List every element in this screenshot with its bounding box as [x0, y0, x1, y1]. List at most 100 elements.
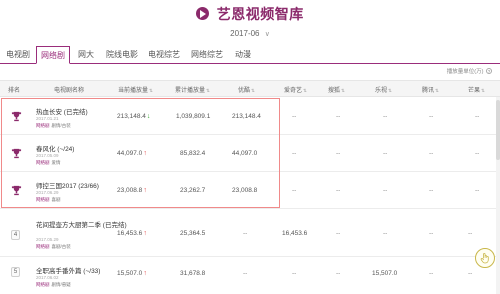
- help-icon[interactable]: ?: [486, 68, 492, 74]
- row-mango: --: [475, 113, 480, 120]
- row-youku: 23,008.8: [232, 187, 258, 194]
- tab-web-variety[interactable]: 网络综艺: [191, 49, 223, 60]
- tab-anime[interactable]: 动漫: [235, 49, 251, 60]
- row-iqiyi: --: [292, 187, 297, 194]
- row-sohu: --: [336, 113, 341, 120]
- rank-badge: 4: [11, 230, 20, 240]
- row-youku: --: [243, 230, 248, 237]
- row-date: 2017.05.29: [36, 237, 59, 242]
- chevron-down-icon[interactable]: ∨: [265, 30, 270, 38]
- row-sohu: --: [336, 187, 341, 194]
- row-tags: 网络剧 剧情/悬疑: [36, 282, 71, 287]
- table-row[interactable]: 4 花间提壶方大厨第二季 (已完结) 2017.05.29 网络剧 喜剧/古装 1…: [0, 209, 500, 257]
- row-total: 23,262.7: [180, 187, 206, 194]
- col-sohu[interactable]: 搜狐⇅: [328, 85, 345, 94]
- col-current[interactable]: 当前播放量⇅: [118, 85, 153, 94]
- row-tencent: --: [429, 113, 434, 120]
- col-letv[interactable]: 乐视⇅: [375, 85, 392, 94]
- trophy-icon: [11, 148, 22, 159]
- sort-icon: ⇅: [341, 88, 345, 93]
- col-tencent[interactable]: 腾讯⇅: [422, 85, 439, 94]
- row-current: 16,453.6↑: [117, 230, 147, 237]
- sort-icon: ⇅: [206, 88, 210, 93]
- row-mango: --: [475, 187, 480, 194]
- row-letv: 15,507.0: [372, 270, 398, 277]
- row-current: 15,507.0↑: [117, 270, 147, 277]
- arrow-up-icon: ↑: [143, 187, 147, 194]
- row-title[interactable]: 春风化 (~/24): [36, 143, 74, 153]
- rank-badge: 5: [11, 267, 20, 277]
- table-row[interactable]: 师控三国2017 (23/66) 2017.06.29 网络剧 喜剧 23,008…: [0, 172, 500, 209]
- col-mango[interactable]: 芒果⇅: [468, 85, 485, 94]
- table-header: 排名 电视剧名称 当前播放量⇅ 累计播放量⇅ 优酷⇅ 爱奇艺⇅ 搜狐⇅ 乐视⇅ …: [0, 80, 500, 97]
- scrollbar-thumb[interactable]: [496, 100, 500, 160]
- table-row[interactable]: 春风化 (~/24) 2017.05.09 网络剧 爱情 44,097.0↑ 85…: [0, 135, 500, 172]
- date-filter[interactable]: 2017-06 ∨: [0, 29, 500, 38]
- row-date: 2017.06.29: [36, 190, 59, 195]
- col-total[interactable]: 累计播放量⇅: [175, 85, 210, 94]
- category-tabs: 电视剧 网络剧 网大 院线电影 电视综艺 网络综艺 动漫: [0, 46, 500, 64]
- tab-web-drama[interactable]: 网络剧: [36, 46, 70, 64]
- row-letv: --: [383, 113, 388, 120]
- row-youku: --: [243, 270, 248, 277]
- row-total: 85,832.4: [180, 150, 206, 157]
- row-tags: 网络剧 喜剧: [36, 197, 61, 202]
- sort-icon: ⇅: [435, 88, 439, 93]
- sort-icon: ⇅: [149, 88, 153, 93]
- unit-note-text: 播放量单位(万): [446, 69, 484, 75]
- sort-icon: ⇅: [251, 88, 255, 93]
- row-tags: 网络剧 爱情: [36, 160, 61, 165]
- row-title[interactable]: 热血长安 (已完结): [36, 106, 88, 116]
- row-tencent: --: [429, 150, 434, 157]
- trophy-icon: [11, 111, 22, 122]
- col-title: 电视剧名称: [54, 88, 85, 94]
- row-title[interactable]: 花间提壶方大厨第二季 (已完结): [36, 219, 127, 229]
- row-mango: --: [468, 230, 473, 237]
- row-tencent: --: [429, 270, 434, 277]
- tab-tv-drama[interactable]: 电视剧: [6, 49, 30, 60]
- table-row[interactable]: 5 全职高手番外篇 (~/33) 2017.06.02 网络剧 剧情/悬疑 15,…: [0, 257, 500, 294]
- tab-tv-variety[interactable]: 电视综艺: [148, 49, 180, 60]
- row-sohu: --: [336, 270, 341, 277]
- row-iqiyi: --: [292, 150, 297, 157]
- sort-icon: ⇅: [481, 88, 485, 93]
- row-tencent: --: [429, 230, 434, 237]
- row-current: 44,097.0↑: [117, 150, 147, 157]
- row-tags: 网络剧 喜剧/古装: [36, 244, 71, 249]
- sort-icon: ⇅: [388, 88, 392, 93]
- row-youku: 44,097.0: [232, 150, 258, 157]
- brand-header: 艺恩视频智库: [0, 4, 500, 22]
- tab-cinema-movie[interactable]: 院线电影: [106, 49, 138, 60]
- row-iqiyi: --: [292, 113, 297, 120]
- back-to-top-button[interactable]: [475, 248, 495, 268]
- brand-name: 艺恩视频智库: [216, 6, 304, 22]
- row-sohu: --: [336, 150, 341, 157]
- date-filter-value[interactable]: 2017-06: [230, 29, 259, 38]
- row-title[interactable]: 师控三国2017 (23/66): [36, 180, 99, 190]
- row-total: 1,039,809.1: [176, 113, 211, 120]
- sort-icon: ⇅: [303, 88, 307, 93]
- row-youku: 213,148.4: [232, 113, 261, 120]
- row-iqiyi: --: [292, 270, 297, 277]
- row-iqiyi: 16,453.6: [282, 230, 308, 237]
- row-total: 25,364.5: [180, 230, 206, 237]
- table-row[interactable]: 热血长安 (已完结) 2017.01.21 网络剧 剧情/古装 213,148.4…: [0, 98, 500, 135]
- row-sohu: --: [336, 230, 341, 237]
- col-iqiyi[interactable]: 爱奇艺⇅: [284, 85, 307, 94]
- row-date: 2017.05.09: [36, 153, 59, 158]
- row-total: 31,678.8: [180, 270, 206, 277]
- row-mango: --: [468, 270, 473, 277]
- unit-note: 播放量单位(万) ?: [447, 67, 492, 75]
- play-logo-icon: [196, 6, 210, 20]
- col-youku[interactable]: 优酷⇅: [238, 85, 255, 94]
- row-letv: --: [383, 230, 388, 237]
- row-tencent: --: [429, 187, 434, 194]
- trophy-icon: [11, 185, 22, 196]
- row-date: 2017.01.21: [36, 116, 59, 121]
- hand-pointer-icon: [480, 253, 489, 264]
- tab-web-movie[interactable]: 网大: [78, 49, 94, 60]
- arrow-up-icon: ↑: [143, 270, 147, 277]
- row-letv: --: [383, 187, 388, 194]
- row-title[interactable]: 全职高手番外篇 (~/33): [36, 265, 100, 275]
- col-rank: 排名: [8, 88, 21, 94]
